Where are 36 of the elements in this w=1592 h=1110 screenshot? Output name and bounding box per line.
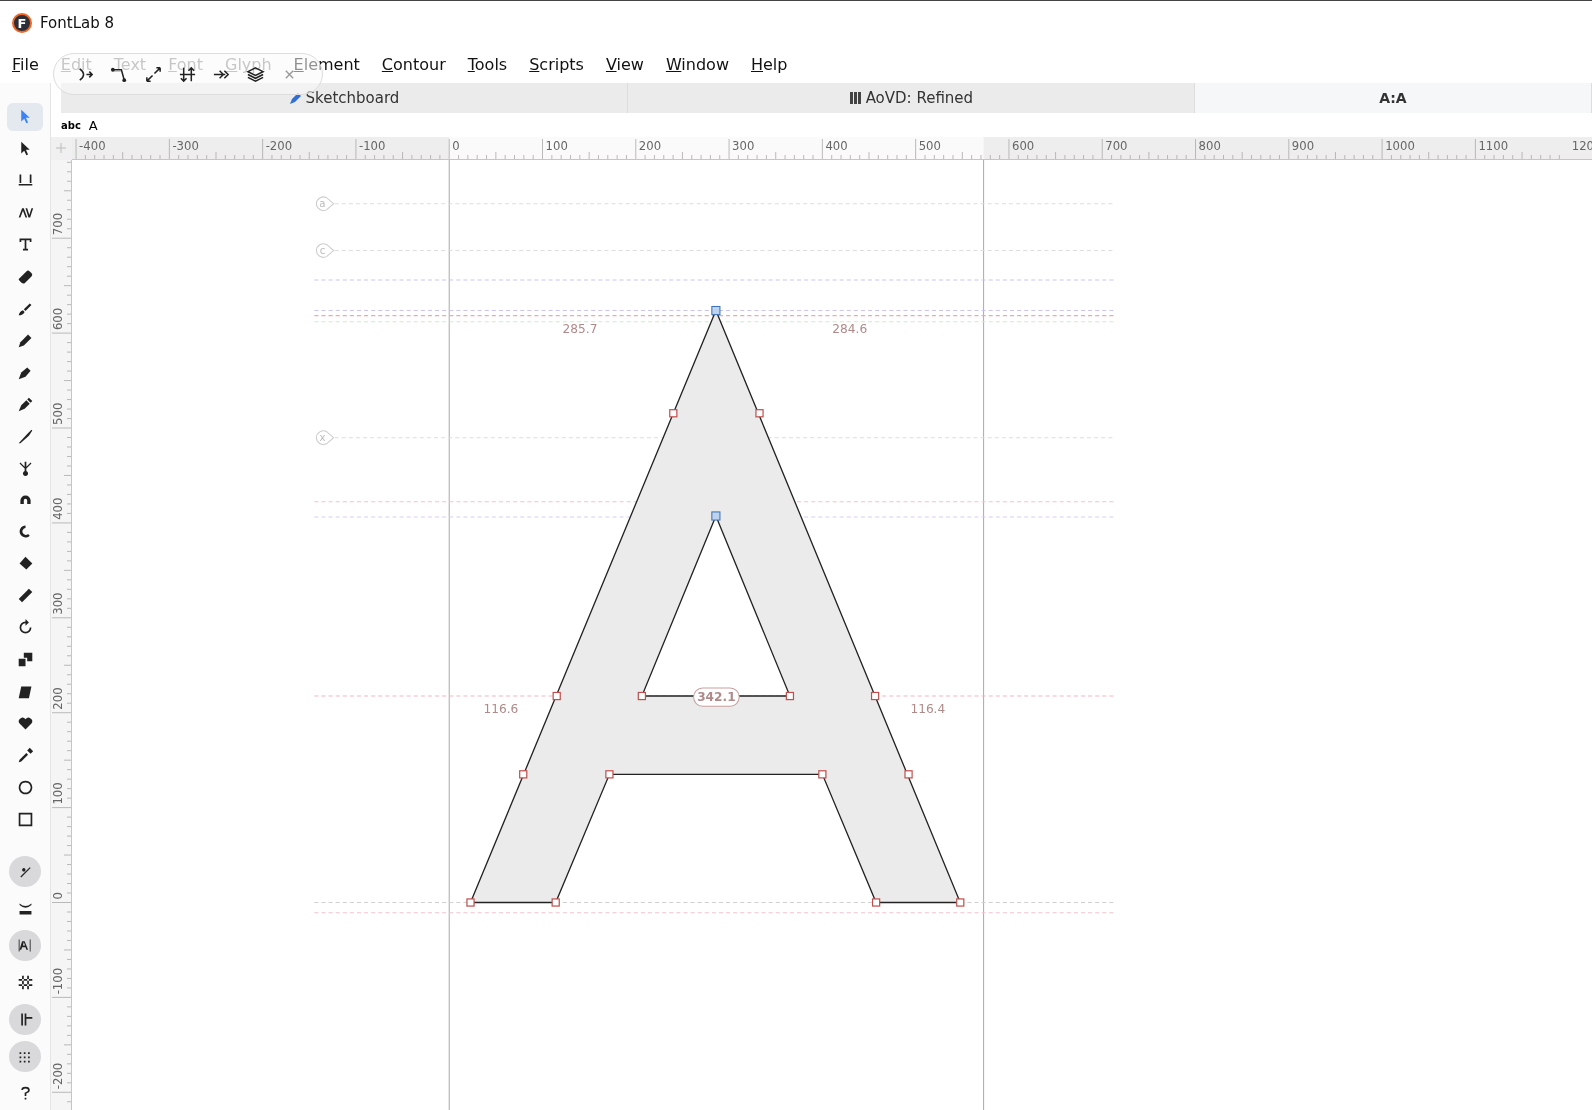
pen-icon xyxy=(16,395,34,413)
menu-item[interactable]: View xyxy=(605,54,655,74)
vertical-ruler: 700 600 500 400 300 200 100 0 -100 -200 xyxy=(51,160,72,1110)
measurement-label: 284.6 xyxy=(832,321,868,336)
menu-item[interactable]: Scripts xyxy=(529,54,595,74)
measurement-label: 285.7 xyxy=(562,321,598,336)
slant-icon xyxy=(16,683,34,701)
ruler-icon xyxy=(16,587,34,605)
text-string[interactable]: A xyxy=(88,117,98,133)
document-tab[interactable]: A:A xyxy=(1194,83,1592,113)
menu-item[interactable]: Help xyxy=(751,54,799,74)
measurement-label: 116.6 xyxy=(483,702,519,717)
guide-toggle[interactable] xyxy=(9,1003,41,1035)
app-logo: F xyxy=(12,13,32,33)
window-title: FontLab 8 xyxy=(40,14,115,32)
text-mode-label: abc xyxy=(61,119,81,131)
pen-icon xyxy=(288,91,303,105)
menu-item[interactable]: File xyxy=(12,54,50,74)
diagonal-arrows-icon[interactable] xyxy=(144,64,163,84)
bars-icon xyxy=(848,91,863,105)
dots-toggle[interactable] xyxy=(9,1040,41,1072)
close-icon[interactable] xyxy=(284,68,295,80)
text-frame-toggle[interactable] xyxy=(9,929,41,961)
menu-item[interactable]: Contour xyxy=(381,54,457,74)
eyedropper-icon xyxy=(16,746,34,764)
document-tab[interactable]: Sketchboard xyxy=(61,83,628,113)
menu-item[interactable]: Window xyxy=(665,54,740,74)
document-tab[interactable]: AoVD: Refined xyxy=(627,83,1195,113)
scale-icon xyxy=(16,651,34,669)
measurement-pill: 342.1 xyxy=(693,687,740,707)
measurement-label: 116.4 xyxy=(910,702,946,717)
node-toggle[interactable] xyxy=(9,855,41,887)
menu-item[interactable]: Tools xyxy=(467,54,519,74)
menu-item[interactable]: Element xyxy=(293,54,371,74)
grid-icon xyxy=(16,973,34,991)
eraser-icon xyxy=(16,268,34,286)
